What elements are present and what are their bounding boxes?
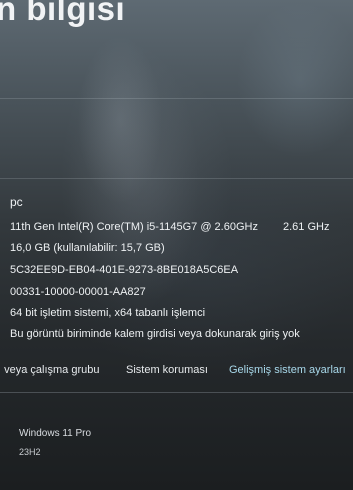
screen-glare (60, 40, 200, 320)
advanced-system-settings-link[interactable]: Gelişmiş sistem ayarları (229, 364, 346, 376)
windows-edition-label: Windows 11 Pro (19, 428, 92, 439)
reflection-line (0, 98, 353, 99)
device-id-value: 5C32EE9D-EB04-401E-9273-8BE018A5C6EA (10, 264, 239, 276)
section-divider-top (0, 178, 353, 179)
device-name-value: pc (10, 195, 23, 209)
pen-touch-value: Bu görüntü biriminde kalem girdisi veya … (10, 328, 300, 340)
processor-value: 11th Gen Intel(R) Core(TM) i5-1145G7 @ 2… (10, 221, 258, 233)
windows-version-label: 23H2 (19, 447, 41, 457)
system-protection-link[interactable]: Sistem koruması (126, 364, 208, 376)
ram-value: 16,0 GB (kullanılabilir: 15,7 GB) (10, 242, 165, 254)
screen-photo-background: n bilgisi pc 11th Gen Intel(R) Core(TM) … (0, 0, 353, 490)
processor-speed-value: 2.61 GHz (283, 221, 330, 233)
product-id-value: 00331-10000-00001-AA827 (10, 286, 146, 298)
system-type-value: 64 bit işletim sistemi, x64 tabanlı işle… (10, 307, 206, 319)
section-divider-bottom (0, 392, 353, 393)
workgroup-link[interactable]: ı veya çalışma grubu (0, 364, 100, 376)
page-title: n bilgisi (0, 0, 126, 27)
